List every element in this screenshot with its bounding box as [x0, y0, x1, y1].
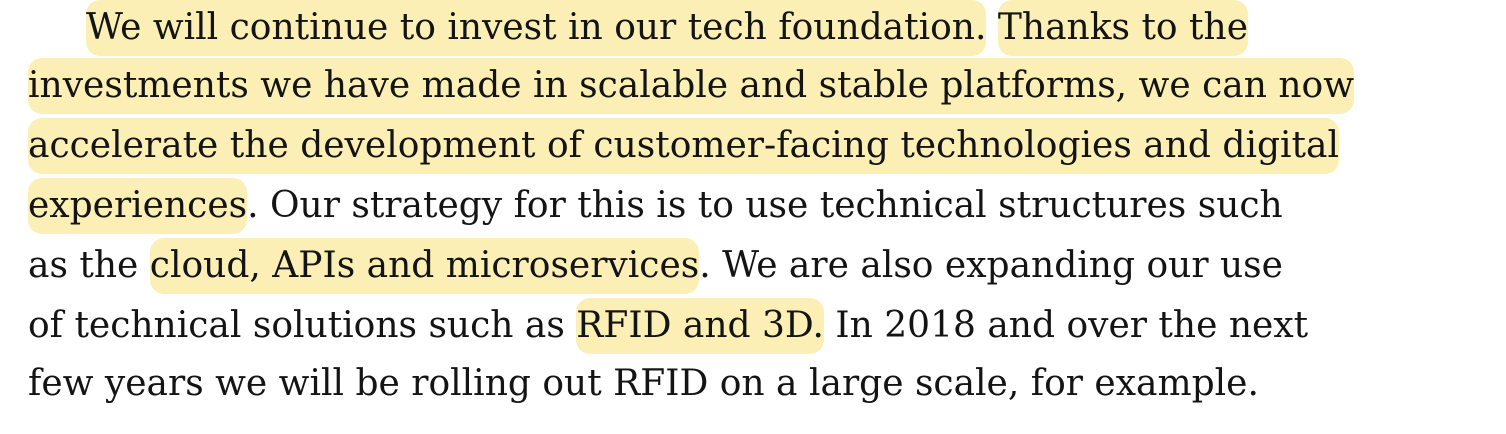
- paragraph-line-7: few years we will be rolling out RFID on…: [0, 356, 1506, 416]
- paragraph-line-6: of technical solutions such as RFID and …: [0, 298, 1506, 358]
- highlighted-text: Thanks to the: [997, 0, 1248, 56]
- highlighted-text: RFID and 3D.: [576, 298, 824, 354]
- plain-text: . Our strategy for this is to use techni…: [247, 185, 1283, 226]
- highlighted-text: accelerate the development of customer-f…: [28, 118, 1339, 174]
- highlighted-text: We will continue to invest in our tech f…: [86, 0, 987, 56]
- paragraph-line-5: as the cloud, APIs and microservices. We…: [0, 238, 1506, 298]
- document-paragraph: We will continue to invest in our tech f…: [0, 0, 1506, 434]
- paragraph-line-3: accelerate the development of customer-f…: [0, 118, 1506, 178]
- plain-text: In 2018 and over the next: [823, 305, 1309, 346]
- plain-text: as the: [28, 245, 150, 286]
- plain-text: [986, 0, 997, 56]
- paragraph-line-4: experiences. Our strategy for this is to…: [0, 178, 1506, 238]
- plain-text: of technical solutions such as: [28, 305, 577, 346]
- paragraph-line-2: investments we have made in scalable and…: [0, 58, 1506, 118]
- highlighted-text: cloud, APIs and microservices: [149, 238, 700, 294]
- highlighted-text: investments we have made in scalable and…: [28, 58, 1355, 114]
- highlighted-text: experiences: [28, 178, 248, 234]
- paragraph-line-1: We will continue to invest in our tech f…: [0, 0, 1506, 60]
- plain-text: . We are also expanding our use: [699, 245, 1283, 286]
- plain-text: few years we will be rolling out RFID on…: [28, 363, 1259, 404]
